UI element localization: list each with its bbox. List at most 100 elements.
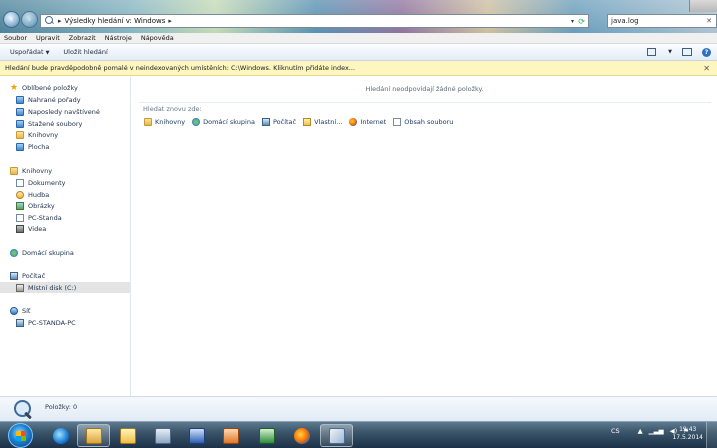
search-again-custom[interactable]: Vlastní... (303, 118, 342, 126)
libraries-icon (10, 166, 18, 175)
search-again-computer[interactable]: Počítač (261, 118, 297, 126)
nav-network[interactable]: Síť (10, 305, 140, 316)
clock-time: 19:43 (679, 426, 697, 433)
save-search-button[interactable]: Uložit hledání (63, 48, 107, 56)
nav-homegroup-label: Domácí skupina (22, 248, 74, 257)
preview-pane-icon[interactable] (682, 48, 692, 56)
clear-search-icon[interactable]: ✕ (706, 17, 712, 25)
clock[interactable]: 19:43 17.5.2014 (672, 426, 703, 442)
nav-music-label: Hudba (28, 190, 50, 199)
menu-tools[interactable]: Nástroje (105, 34, 132, 42)
nav-recent-places[interactable]: Naposledy navštívené (16, 106, 146, 117)
nav-favorites[interactable]: ★ Oblíbené položky (10, 82, 140, 93)
pictures-icon (16, 201, 24, 210)
back-button[interactable]: ‹ (3, 11, 20, 28)
nav-documents[interactable]: Dokumenty (16, 177, 146, 188)
search-again-internet[interactable]: Internet (349, 118, 386, 126)
breadcrumb-chevron-icon[interactable]: ▸ (168, 17, 172, 25)
documents-icon (16, 178, 24, 187)
address-bar[interactable]: ▸ Výsledky hledání v: Windows ▸ ▾ ⟳ (40, 14, 589, 28)
firefox-icon (349, 118, 358, 126)
library-folder-icon (16, 213, 24, 222)
taskbar-app-3[interactable] (111, 424, 144, 447)
view-dropdown-icon[interactable]: ▼ (668, 49, 672, 55)
menu-view[interactable]: Zobrazit (69, 34, 96, 42)
search-again-locations: Knihovny Domácí skupina Počítač Vlastní.… (144, 118, 453, 126)
close-icon[interactable]: ✕ (703, 64, 710, 73)
nav-computer[interactable]: Počítač (10, 270, 140, 281)
menu-file[interactable]: Soubor (4, 34, 27, 42)
address-dropdown-icon[interactable]: ▾ (571, 18, 574, 25)
recent-places-icon (16, 107, 24, 116)
forward-button[interactable]: › (21, 11, 38, 28)
word-icon (188, 427, 205, 444)
nav-downloads[interactable]: Stažené soubory (16, 118, 146, 129)
command-bar: Uspořádat ▼ Uložit hledání ▼ ? (0, 44, 717, 61)
nav-pc-standa[interactable]: PC-Standa (16, 212, 146, 223)
taskbar: CS ▲ ▁▃▅ ◀) ⚑ 19:43 17.5.2014 (0, 421, 717, 448)
menu-bar: Soubor Upravit Zobrazit Nástroje Nápověd… (0, 33, 717, 44)
taskbar-app-4[interactable] (146, 424, 179, 447)
desktop-icon (16, 142, 24, 151)
taskbar-word[interactable] (180, 424, 213, 447)
taskbar-excel[interactable] (250, 424, 283, 447)
nav-favorites-label: Oblíbené položky (22, 83, 78, 92)
menu-edit[interactable]: Upravit (36, 34, 60, 42)
downloads-icon (16, 119, 24, 128)
search-again-file-contents[interactable]: Obsah souboru (393, 118, 453, 126)
nav-pictures-label: Obrázky (28, 201, 55, 210)
organize-button[interactable]: Uspořádat ▼ (10, 48, 49, 56)
nav-recorded-tv[interactable]: Nahrané pořady (16, 94, 146, 105)
homegroup-icon (192, 118, 201, 126)
organize-label: Uspořádat (10, 48, 44, 56)
network-computer-icon (16, 318, 24, 327)
search-again-homegroup-label: Domácí skupina (203, 118, 255, 126)
nav-recent-places-label: Naposledy navštívené (28, 107, 100, 116)
briefcase-icon (119, 427, 136, 444)
nav-homegroup[interactable]: Domácí skupina (10, 247, 140, 258)
chevron-down-icon: ▼ (45, 50, 50, 56)
nav-recorded-tv-label: Nahrané pořady (28, 95, 81, 104)
computer-icon (261, 118, 270, 126)
start-button[interactable] (8, 423, 33, 448)
search-again-libraries-label: Knihovny (155, 118, 186, 126)
taskbar-paint[interactable] (320, 424, 353, 447)
taskbar-explorer[interactable] (77, 424, 110, 447)
nav-libraries[interactable]: Knihovny (10, 165, 140, 176)
magnifier-icon (13, 400, 33, 420)
nav-videos[interactable]: Videa (16, 223, 146, 234)
menu-help[interactable]: Nápověda (141, 34, 174, 42)
breadcrumb[interactable]: Výsledky hledání v: Windows (65, 17, 166, 25)
nav-network-pc[interactable]: PC-STANDA-PC (16, 317, 146, 328)
nav-local-disk[interactable]: Místní disk (C:) (0, 282, 130, 293)
refresh-icon[interactable]: ⟳ (578, 17, 585, 26)
show-desktop-button[interactable] (706, 422, 717, 448)
search-again-computer-label: Počítač (272, 118, 297, 126)
close-window-button[interactable] (689, 0, 717, 12)
network-icon (10, 306, 18, 315)
show-hidden-icons-icon[interactable]: ▲ (638, 427, 643, 435)
internet-explorer-icon (52, 427, 69, 444)
nav-desktop[interactable]: Plocha (16, 141, 146, 152)
taskbar-internet-explorer[interactable] (44, 424, 77, 447)
nav-music[interactable]: Hudba (16, 189, 146, 200)
nav-computer-label: Počítač (22, 271, 46, 280)
search-again-homegroup[interactable]: Domácí skupina (192, 118, 255, 126)
taskbar-media[interactable] (214, 424, 247, 447)
help-icon[interactable]: ? (702, 47, 711, 57)
computer-icon (10, 271, 18, 280)
folder-icon (85, 427, 102, 444)
details-pane: Položky: 0 (0, 396, 717, 421)
search-input[interactable]: java.log ✕ (607, 14, 717, 28)
view-options-icon[interactable] (647, 48, 657, 56)
taskbar-firefox[interactable] (285, 424, 318, 447)
hard-drive-icon (16, 283, 24, 292)
index-infobar[interactable]: Hledání bude pravděpodobně pomalé v nein… (0, 61, 717, 76)
nav-downloads-label: Stažené soubory (28, 119, 83, 128)
language-indicator[interactable]: CS (611, 427, 620, 435)
nav-libraries-favorite[interactable]: Knihovny (16, 129, 146, 140)
nav-videos-label: Videa (28, 224, 47, 233)
signal-icon[interactable]: ▁▃▅ (649, 427, 664, 435)
nav-pictures[interactable]: Obrázky (16, 200, 146, 211)
search-again-libraries[interactable]: Knihovny (144, 118, 185, 126)
